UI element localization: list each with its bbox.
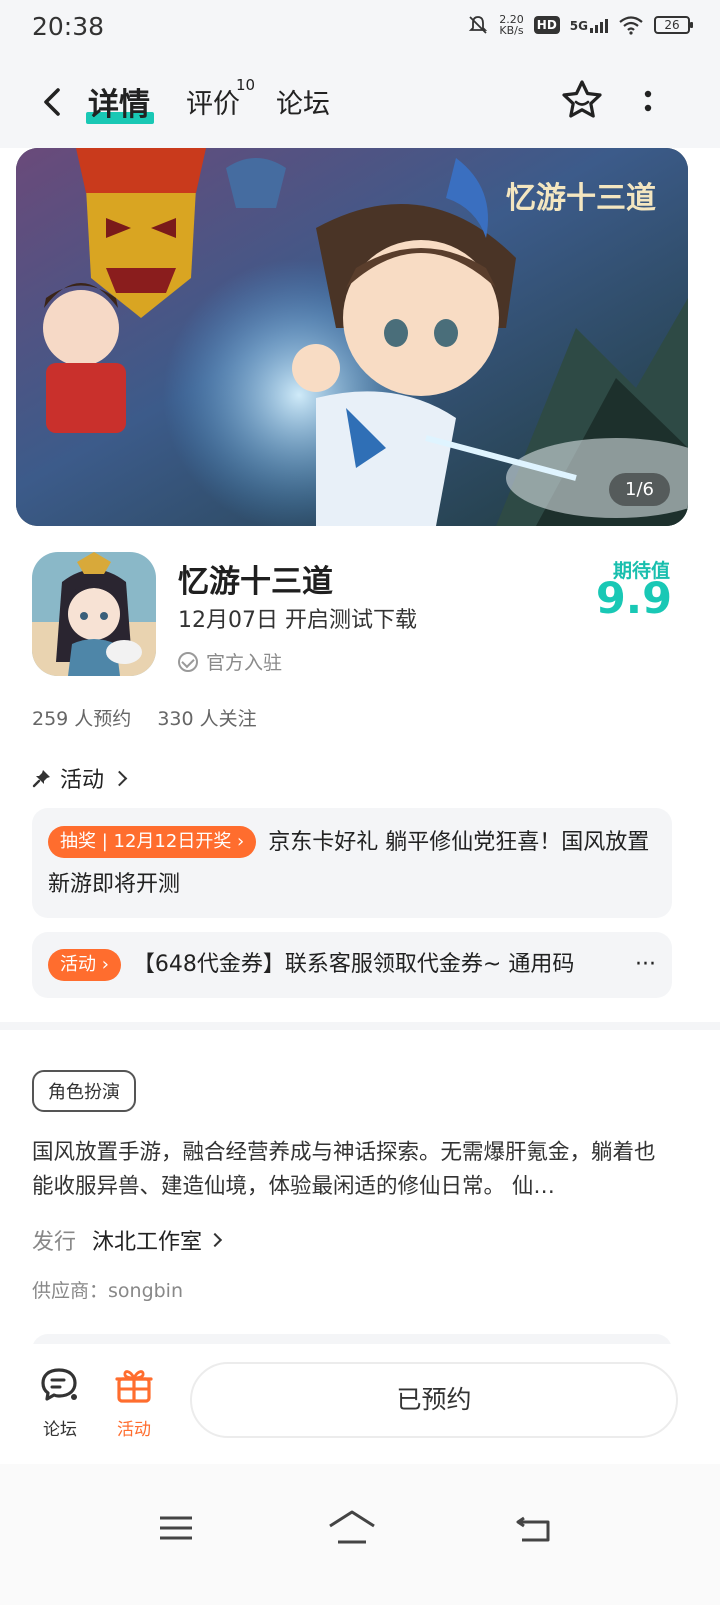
screenshot-carousel[interactable]: 忆游十三道 1/6 bbox=[16, 148, 688, 526]
genre-tag[interactable]: 角色扮演 bbox=[32, 1070, 136, 1112]
status-bar: 20:38 2.20 KB/s HD 5G 26 bbox=[0, 0, 720, 60]
battery-icon: 26 bbox=[654, 16, 693, 34]
status-time: 20:38 bbox=[32, 12, 105, 41]
back-nav-icon[interactable] bbox=[514, 1508, 554, 1548]
activity-button[interactable]: 活动 bbox=[104, 1366, 164, 1440]
forum-label: 论坛 bbox=[43, 1420, 77, 1440]
publisher-name: 沐北工作室 bbox=[92, 1230, 203, 1255]
back-arrow-icon[interactable] bbox=[36, 82, 70, 122]
carousel-counter: 1/6 bbox=[609, 473, 670, 506]
reserved-button[interactable]: 已预约 bbox=[190, 1362, 678, 1438]
official-label: 官方入驻 bbox=[206, 652, 283, 674]
activity-label: 活动 bbox=[117, 1420, 151, 1440]
release-info: 12月07日 开启测试下载 bbox=[178, 608, 417, 633]
bottom-action-bar: 论坛 活动 已预约 bbox=[0, 1344, 720, 1464]
signal-indicator: 5G bbox=[570, 17, 608, 33]
stats-row: 259 人预约 330 人关注 bbox=[32, 704, 257, 731]
tab-reviews[interactable]: 评价 bbox=[186, 82, 240, 121]
more-ellipsis: ··· bbox=[635, 952, 656, 977]
activity-text: 抽奖 | 12月12日开奖 › 京东卡好礼 躺平修仙党狂喜！国风放置新游即将开测 bbox=[48, 822, 656, 906]
chevron-right-icon bbox=[207, 1232, 223, 1248]
banner-artwork: 忆游十三道 bbox=[16, 148, 688, 526]
network-speed: 2.20 KB/s bbox=[499, 14, 524, 36]
chevron-right-icon bbox=[111, 770, 128, 786]
forum-button[interactable]: 论坛 bbox=[30, 1366, 90, 1440]
publisher-row[interactable]: 发行 沐北工作室 bbox=[32, 1224, 223, 1256]
speed-unit: KB/s bbox=[499, 24, 524, 37]
tab-forum[interactable]: 论坛 bbox=[276, 82, 330, 121]
expectation-score: 9.9 bbox=[595, 574, 672, 624]
signal-bars-icon bbox=[590, 17, 608, 33]
game-description[interactable]: 国风放置手游，融合经营养成与神话探索。无需爆肝氪金，躺着也能收服异兽、建造仙境，… bbox=[32, 1136, 672, 1204]
reviews-count-badge: 10 bbox=[236, 76, 256, 94]
activity-text: 活动 › 【648代金券】联系客服领取代金券~ 通用码 ··· bbox=[48, 946, 656, 984]
tab-details[interactable]: 详情 bbox=[88, 79, 150, 124]
gift-icon bbox=[115, 1370, 153, 1403]
reservation-count: 259 人预约 bbox=[32, 708, 132, 730]
home-icon[interactable] bbox=[326, 1508, 378, 1548]
status-icons: 2.20 KB/s HD 5G 26 bbox=[467, 14, 693, 36]
app-icon bbox=[32, 552, 156, 676]
menu-icon[interactable] bbox=[156, 1508, 196, 1548]
game-detail-page: 20:38 2.20 KB/s HD 5G 26 详情 评价 10 论坛 忆游十… bbox=[0, 0, 720, 1605]
activity-section-header[interactable]: 活动 bbox=[32, 762, 128, 794]
top-nav: 详情 评价 10 论坛 bbox=[0, 60, 720, 148]
network-type: 5G bbox=[569, 19, 588, 33]
hd-badge: HD bbox=[533, 16, 560, 34]
voucher-text: 【648代金券】联系客服领取代金券~ 通用码 bbox=[132, 952, 575, 977]
lottery-tag: 抽奖 | 12月12日开奖 › bbox=[48, 826, 257, 858]
publisher-label: 发行 bbox=[32, 1230, 77, 1255]
mute-bell-icon bbox=[469, 16, 488, 34]
section-divider bbox=[0, 1022, 720, 1030]
official-verified: 官方入驻 bbox=[178, 648, 282, 675]
follower-count: 330 人关注 bbox=[157, 708, 257, 730]
more-options-icon[interactable] bbox=[636, 86, 660, 120]
activity-heading: 活动 bbox=[60, 768, 105, 793]
activity-card-voucher[interactable]: 活动 › 【648代金券】联系客服领取代金券~ 通用码 ··· bbox=[32, 932, 672, 998]
activity-card-lottery[interactable]: 抽奖 | 12月12日开奖 › 京东卡好礼 躺平修仙党狂喜！国风放置新游即将开测 bbox=[32, 808, 672, 918]
wifi-icon bbox=[619, 16, 643, 35]
pin-icon bbox=[32, 770, 50, 788]
forum-chat-icon bbox=[41, 1368, 77, 1401]
activity-tag: 活动 › bbox=[48, 949, 121, 981]
banner-logo-text: 忆游十三道 bbox=[506, 182, 656, 215]
check-circle-icon bbox=[178, 651, 198, 672]
system-nav-bar bbox=[0, 1464, 720, 1605]
favorite-star-icon[interactable] bbox=[560, 78, 604, 122]
supplier-info: 供应商：songbin bbox=[32, 1280, 184, 1302]
game-title: 忆游十三道 bbox=[178, 564, 333, 600]
